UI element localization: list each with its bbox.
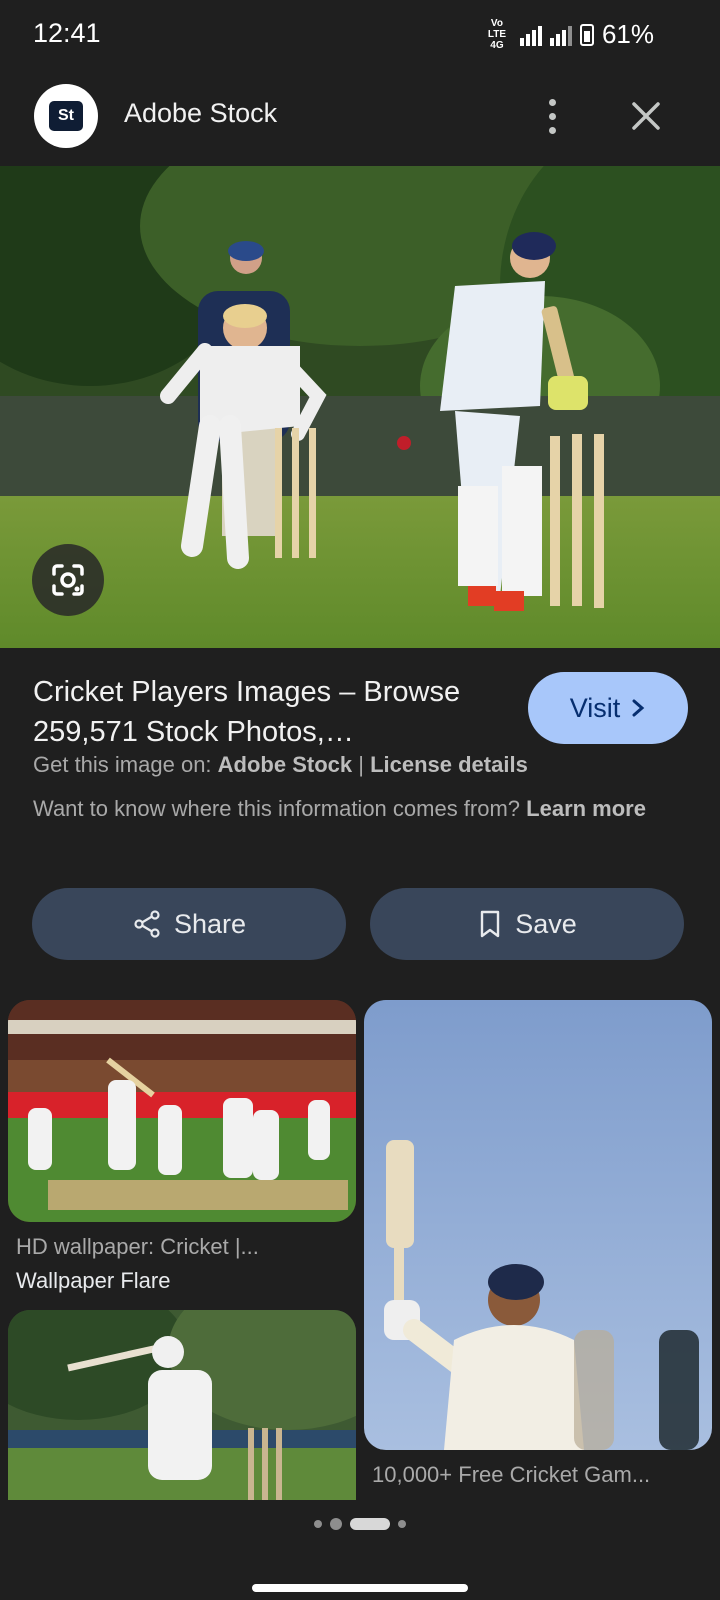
page-dot-1 <box>314 1520 322 1528</box>
related-image-3[interactable] <box>8 1310 356 1500</box>
page-dot-current <box>350 1518 390 1530</box>
license-details-link[interactable]: License details <box>370 752 528 777</box>
cricket-photo <box>0 166 720 648</box>
page-title: Adobe Stock <box>124 98 278 128</box>
page-dot-2 <box>330 1518 342 1530</box>
share-icon <box>134 910 160 938</box>
related-image-1[interactable] <box>8 1000 356 1222</box>
chevron-right-icon <box>632 699 645 717</box>
related-thumbnail-1 <box>8 1000 356 1222</box>
visit-label: Visit <box>569 692 621 723</box>
close-icon[interactable] <box>622 92 670 140</box>
bookmark-icon <box>481 910 500 938</box>
lens-icon <box>52 564 84 596</box>
related-image-2[interactable] <box>364 1000 712 1450</box>
clock: 12:41 <box>33 18 101 48</box>
signal-icon <box>519 24 542 46</box>
share-button[interactable]: Share <box>32 888 346 960</box>
adobe-stock-logo: St <box>34 84 98 148</box>
battery-icon <box>579 23 594 46</box>
bottom-navigation <box>0 1500 720 1600</box>
page-indicator <box>0 1518 720 1530</box>
main-image[interactable] <box>0 166 720 648</box>
result-title[interactable]: Cricket Players Images – Browse 259,571 … <box>33 672 503 752</box>
visit-button[interactable]: Visit <box>528 672 688 744</box>
network-type-icon: Vo LTE 4G <box>487 18 507 51</box>
source-link[interactable]: Adobe Stock <box>218 752 352 777</box>
logo-text: St <box>49 101 83 131</box>
source-prefix: Get this image on: <box>33 752 218 777</box>
system-icons: Vo LTE 4G 61% <box>482 18 654 51</box>
related-source-1: Wallpaper Flare <box>16 1268 171 1293</box>
save-button[interactable]: Save <box>370 888 684 960</box>
learn-more-link[interactable]: Learn more <box>526 796 646 821</box>
google-lens-button[interactable] <box>32 544 104 616</box>
related-caption-2[interactable]: 10,000+ Free Cricket Gam... <box>372 1462 702 1488</box>
info-text: Want to know where this information come… <box>33 796 527 821</box>
info-notice: Want to know where this information come… <box>33 792 683 825</box>
battery-percent: 61% <box>601 19 654 49</box>
source-separator: | <box>352 752 371 777</box>
more-options-icon[interactable] <box>528 88 576 144</box>
save-label: Save <box>515 908 577 939</box>
page-dot-4 <box>398 1520 406 1528</box>
share-label: Share <box>173 908 247 939</box>
app-bar: St Adobe Stock <box>0 66 720 166</box>
source-line: Get this image on: Adobe Stock | License… <box>33 752 528 778</box>
related-thumbnail-3 <box>8 1310 356 1500</box>
signal-icon-2 <box>549 24 572 46</box>
related-thumbnail-2 <box>364 1000 712 1450</box>
related-caption-1[interactable]: HD wallpaper: Cricket |... <box>16 1234 346 1260</box>
status-bar: 12:41 Vo LTE 4G 61% <box>0 0 720 66</box>
gesture-handle[interactable] <box>252 1584 468 1592</box>
